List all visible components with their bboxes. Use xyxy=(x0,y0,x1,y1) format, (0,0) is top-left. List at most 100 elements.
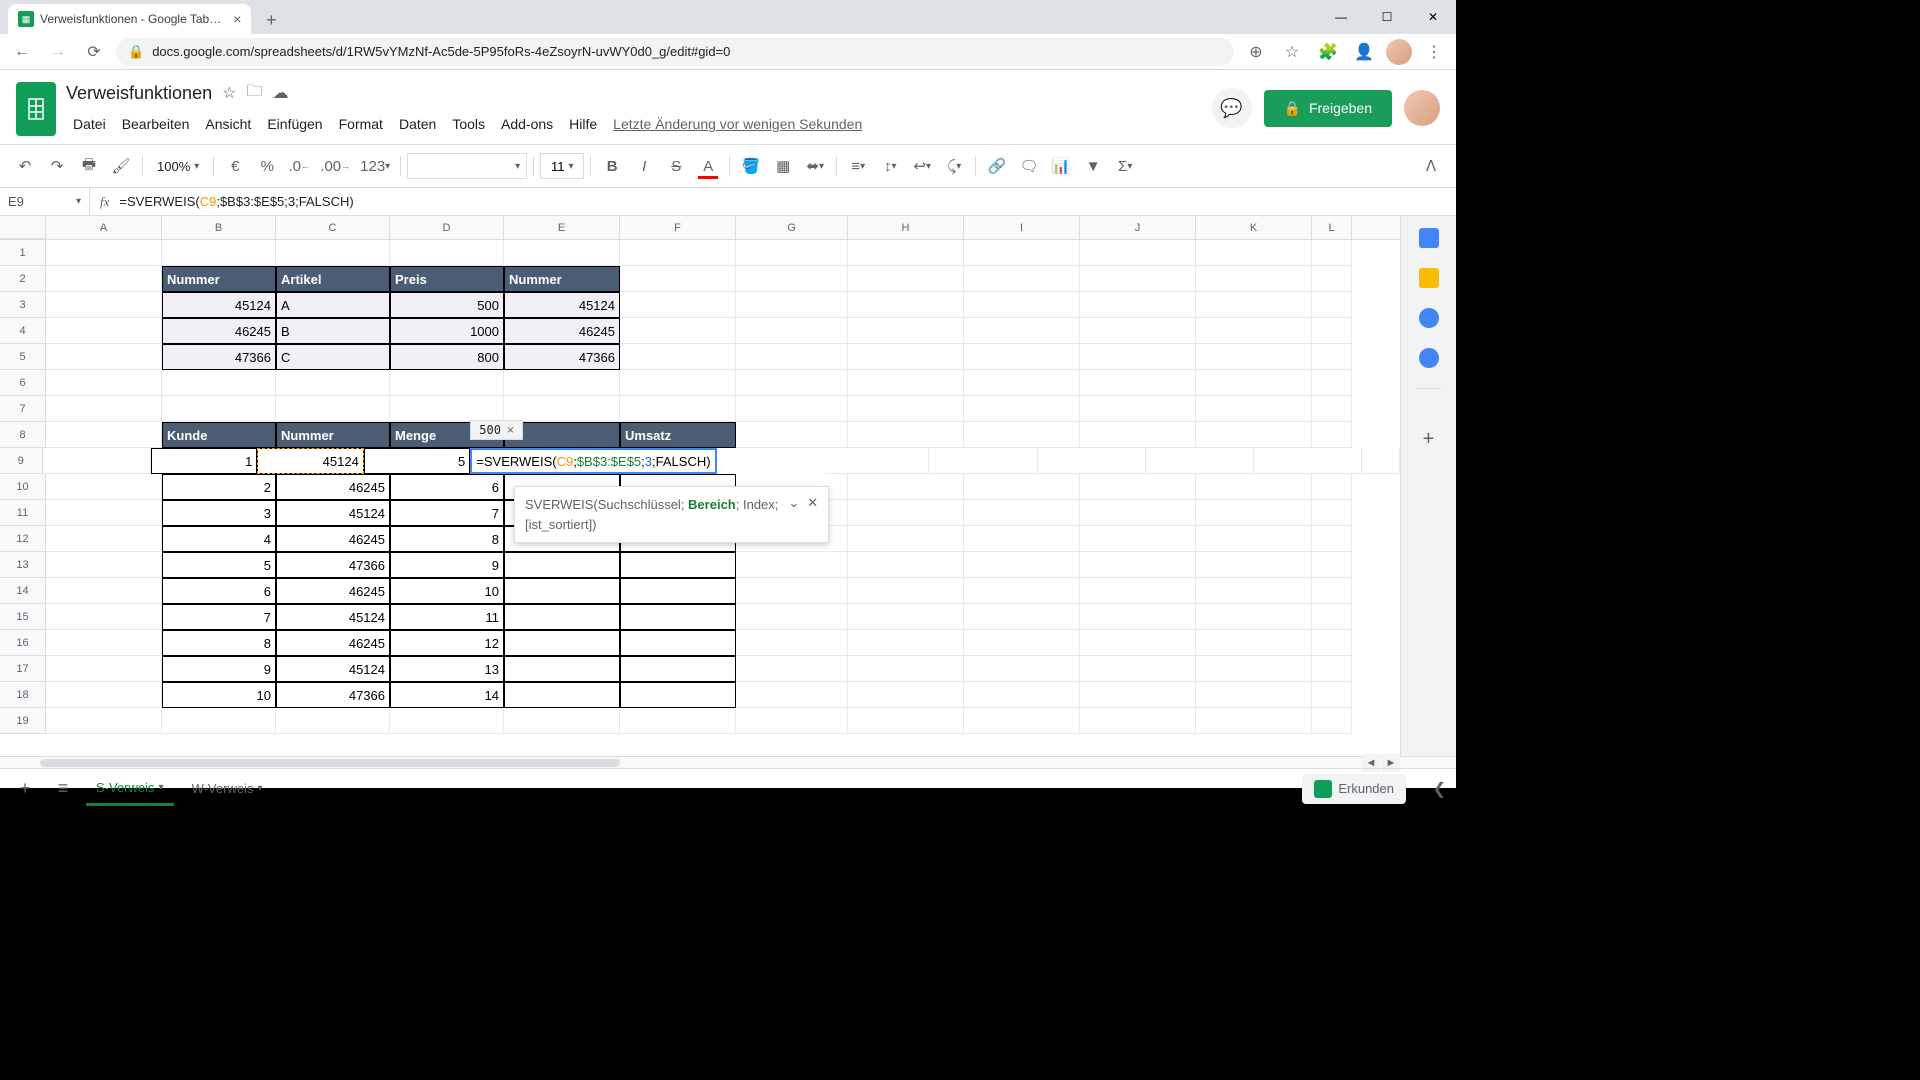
cell[interactable] xyxy=(1080,630,1196,656)
cell[interactable] xyxy=(46,422,162,448)
col-header[interactable]: J xyxy=(1080,216,1196,239)
cell[interactable] xyxy=(964,578,1080,604)
cell[interactable] xyxy=(46,474,162,500)
cell[interactable]: 46245 xyxy=(276,630,390,656)
cell[interactable] xyxy=(46,318,162,344)
cell[interactable] xyxy=(276,396,390,422)
cell[interactable] xyxy=(1196,240,1312,266)
menu-bearbeiten[interactable]: Bearbeiten xyxy=(115,112,197,136)
cell[interactable]: 7 xyxy=(390,500,504,526)
cell[interactable] xyxy=(848,266,964,292)
increase-decimal-button[interactable]: .00→ xyxy=(316,151,354,181)
cell[interactable] xyxy=(964,682,1080,708)
cell[interactable] xyxy=(964,604,1080,630)
cloud-status-icon[interactable]: ☁ xyxy=(272,83,288,103)
cell[interactable]: 11 xyxy=(390,604,504,630)
col-header[interactable]: H xyxy=(848,216,964,239)
cell[interactable] xyxy=(504,578,620,604)
cell[interactable]: 1000 xyxy=(390,318,504,344)
cell[interactable] xyxy=(504,604,620,630)
cell[interactable] xyxy=(1080,552,1196,578)
cell[interactable]: 5 xyxy=(364,448,470,474)
cell[interactable]: 12 xyxy=(390,630,504,656)
wrap-button[interactable]: ↩▾ xyxy=(907,151,937,181)
cell[interactable] xyxy=(1196,396,1312,422)
cell[interactable] xyxy=(46,682,162,708)
cell[interactable] xyxy=(43,448,151,474)
cell[interactable]: 47366 xyxy=(162,344,276,370)
cell[interactable] xyxy=(390,240,504,266)
row-header[interactable]: 18 xyxy=(0,682,46,708)
cell[interactable] xyxy=(390,370,504,396)
row-header[interactable]: 19 xyxy=(0,708,46,734)
col-header[interactable]: B xyxy=(162,216,276,239)
select-all-corner[interactable] xyxy=(0,216,46,239)
menu-datei[interactable]: Datei xyxy=(66,112,113,136)
cell[interactable]: A xyxy=(276,292,390,318)
cell[interactable] xyxy=(620,578,736,604)
cell[interactable] xyxy=(1196,656,1312,682)
cell[interactable] xyxy=(46,578,162,604)
account-avatar[interactable] xyxy=(1404,90,1440,126)
cell[interactable] xyxy=(1080,318,1196,344)
cell[interactable]: 14 xyxy=(390,682,504,708)
cell[interactable] xyxy=(276,240,390,266)
cell[interactable] xyxy=(1254,448,1362,474)
row-header[interactable]: 7 xyxy=(0,396,46,422)
cell[interactable] xyxy=(1080,578,1196,604)
cell[interactable] xyxy=(1312,318,1352,344)
filter-button[interactable]: ▼ xyxy=(1078,151,1108,181)
cell[interactable]: 45124 xyxy=(162,292,276,318)
cell[interactable] xyxy=(1312,396,1352,422)
maximize-window-icon[interactable]: ☐ xyxy=(1364,0,1410,34)
halign-button[interactable]: ≡▾ xyxy=(843,151,873,181)
italic-button[interactable]: I xyxy=(629,151,659,181)
cell[interactable] xyxy=(504,240,620,266)
cell[interactable] xyxy=(1196,708,1312,734)
cell[interactable] xyxy=(736,318,848,344)
cell[interactable] xyxy=(1312,422,1352,448)
cell[interactable] xyxy=(46,656,162,682)
cell[interactable] xyxy=(276,370,390,396)
cell[interactable] xyxy=(1312,500,1352,526)
cell[interactable] xyxy=(162,370,276,396)
cell[interactable]: Nummer xyxy=(276,422,390,448)
comments-button[interactable]: 💬 xyxy=(1212,88,1252,128)
cell[interactable]: C xyxy=(276,344,390,370)
cell[interactable] xyxy=(848,318,964,344)
cell[interactable] xyxy=(1312,240,1352,266)
cell[interactable] xyxy=(1196,318,1312,344)
menu-ansicht[interactable]: Ansicht xyxy=(198,112,258,136)
cell[interactable]: 7 xyxy=(162,604,276,630)
cell[interactable] xyxy=(46,396,162,422)
explore-button[interactable]: Erkunden xyxy=(1302,774,1406,804)
row-header[interactable]: 2 xyxy=(0,266,46,292)
cell[interactable]: B xyxy=(276,318,390,344)
cell[interactable] xyxy=(964,708,1080,734)
merge-button[interactable]: ⬌▾ xyxy=(800,151,830,181)
cell[interactable] xyxy=(1080,708,1196,734)
col-header[interactable]: G xyxy=(736,216,848,239)
editing-cell[interactable]: 500×=SVERWEIS(C9;$B$3:$E$5;3;FALSCH) xyxy=(470,448,716,474)
cell[interactable] xyxy=(620,396,736,422)
cell[interactable] xyxy=(46,240,162,266)
col-header[interactable]: I xyxy=(964,216,1080,239)
cell[interactable] xyxy=(964,292,1080,318)
cell[interactable] xyxy=(1080,422,1196,448)
cell[interactable]: 6 xyxy=(390,474,504,500)
row-header[interactable]: 16 xyxy=(0,630,46,656)
cell[interactable] xyxy=(620,630,736,656)
cell[interactable] xyxy=(504,630,620,656)
cell[interactable] xyxy=(46,266,162,292)
cell[interactable] xyxy=(964,500,1080,526)
cell[interactable] xyxy=(1196,292,1312,318)
cell[interactable]: 46245 xyxy=(162,318,276,344)
cell[interactable] xyxy=(1080,656,1196,682)
cell[interactable] xyxy=(848,344,964,370)
horizontal-scrollbar[interactable] xyxy=(0,756,1456,768)
cell[interactable] xyxy=(620,292,736,318)
cell[interactable] xyxy=(848,396,964,422)
cell[interactable] xyxy=(1080,500,1196,526)
cell[interactable]: 45124 xyxy=(257,448,363,474)
row-header[interactable]: 6 xyxy=(0,370,46,396)
